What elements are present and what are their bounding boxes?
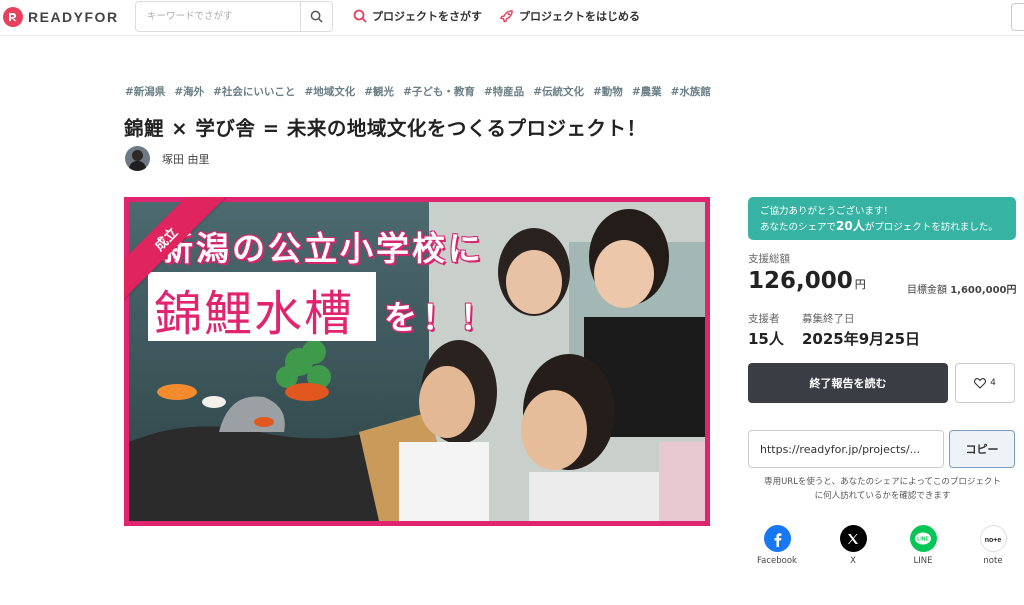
note-icon: no+e bbox=[979, 525, 1007, 552]
tag-link[interactable]: #地域文化 bbox=[304, 84, 355, 99]
project-author[interactable]: 塚田 由里 bbox=[125, 146, 210, 171]
share-facebook-label: Facebook bbox=[757, 556, 797, 566]
share-note[interactable]: no+e note bbox=[963, 525, 1023, 566]
read-report-button[interactable]: 終了報告を読む bbox=[748, 363, 948, 403]
thanks-line1: ご協力ありがとうございます！ bbox=[760, 206, 894, 217]
end-date-value: 2025年9月25日 bbox=[802, 330, 921, 348]
tag-link[interactable]: #水族館 bbox=[671, 84, 711, 99]
share-thanks-banner: ご協力ありがとうございます！ あなたのシェアで20人がプロジェクトを訪れました。 bbox=[748, 197, 1016, 240]
thanks-post: がプロジェクトを訪れました。 bbox=[864, 222, 998, 233]
share-url-note: 専用URLを使うと、あなたのシェアによってこのプロジェクトに何人訪れているかを確… bbox=[764, 477, 1001, 501]
search-button[interactable] bbox=[300, 2, 332, 31]
readyfor-logo[interactable]: READYFOR bbox=[3, 7, 119, 27]
copy-url-button[interactable]: コピー bbox=[949, 430, 1015, 468]
tag-link[interactable]: #観光 bbox=[364, 84, 394, 99]
tag-link[interactable]: #海外 bbox=[174, 84, 204, 99]
x-icon bbox=[839, 525, 867, 552]
hero-headline-line2: 錦鯉水槽 bbox=[154, 286, 355, 342]
share-x[interactable]: X bbox=[823, 525, 883, 566]
share-x-label: X bbox=[850, 556, 856, 566]
tag-link[interactable]: #農業 bbox=[632, 84, 662, 99]
total-value: 126,000 bbox=[748, 268, 853, 294]
tag-link[interactable]: #伝統文化 bbox=[533, 84, 584, 99]
avatar bbox=[125, 146, 150, 171]
svg-text:no+e: no+e bbox=[985, 537, 1002, 543]
end-date-label: 募集終了日 bbox=[802, 313, 855, 325]
rocket-icon bbox=[500, 9, 513, 22]
favorite-count: 4 bbox=[990, 378, 996, 388]
search-icon bbox=[353, 9, 367, 23]
favorite-button[interactable]: 4 bbox=[955, 363, 1015, 403]
heart-icon bbox=[974, 377, 987, 389]
thanks-count: 20人 bbox=[836, 219, 865, 233]
search-icon bbox=[310, 10, 323, 23]
share-line-label: LINE bbox=[913, 556, 933, 566]
goal-value: 1,600,000円 bbox=[950, 285, 1017, 296]
thanks-line2: あなたのシェアで20人がプロジェクトを訪れました。 bbox=[760, 219, 1006, 235]
nav-find-label: プロジェクトをさがす bbox=[372, 10, 482, 23]
goal-amount: 目標金額 1,600,000円 bbox=[907, 281, 1017, 296]
total-amount: 126,000 円 bbox=[748, 268, 866, 294]
nav-start-project[interactable]: プロジェクトをはじめる bbox=[499, 8, 640, 24]
hero-headline-line1: 新潟の公立小学校に bbox=[160, 229, 484, 268]
supporters-count: 15人 bbox=[748, 330, 784, 348]
site-header: READYFOR プロジェクトをさがす プロジェクトをはじめる bbox=[0, 0, 1024, 36]
share-url-field[interactable] bbox=[748, 430, 944, 468]
total-label: 支援総額 bbox=[748, 253, 790, 265]
goal-label: 目標金額 bbox=[907, 285, 947, 296]
search-box bbox=[135, 1, 333, 32]
share-note-label: note bbox=[983, 556, 1003, 566]
tag-link[interactable]: #社会にいいこと bbox=[213, 84, 295, 99]
tag-link[interactable]: #動物 bbox=[593, 84, 623, 99]
nav-start-label: プロジェクトをはじめる bbox=[519, 10, 640, 23]
menu-button[interactable] bbox=[1011, 3, 1024, 31]
tag-list: #新潟県 #海外 #社会にいいこと #地域文化 #観光 #子ども・教育 #特産品 #伝統文化 #… bbox=[125, 84, 711, 99]
logo-mark-icon bbox=[3, 7, 23, 27]
facebook-icon bbox=[763, 525, 791, 552]
share-line[interactable]: LINE LINE bbox=[893, 525, 953, 566]
yen-unit: 円 bbox=[854, 278, 866, 291]
tag-link[interactable]: #特産品 bbox=[484, 84, 524, 99]
hero-headline-line3: を！！ bbox=[384, 298, 498, 337]
tag-link[interactable]: #子ども・教育 bbox=[403, 84, 475, 99]
share-facebook[interactable]: Facebook bbox=[747, 525, 807, 566]
thanks-pre: あなたのシェアで bbox=[760, 222, 837, 233]
author-name: 塚田 由里 bbox=[162, 152, 210, 166]
line-icon: LINE bbox=[909, 525, 937, 552]
nav-find-projects[interactable]: プロジェクトをさがす bbox=[353, 8, 482, 24]
tag-link[interactable]: #新潟県 bbox=[125, 84, 165, 99]
project-title: 錦鯉 × 学び舎 = 未来の地域文化をつくるプロジェクト！ bbox=[124, 117, 647, 140]
search-input[interactable] bbox=[136, 2, 300, 31]
logo-text: READYFOR bbox=[28, 9, 119, 25]
supporters-label: 支援者 bbox=[748, 313, 780, 325]
svg-text:LINE: LINE bbox=[917, 536, 929, 542]
